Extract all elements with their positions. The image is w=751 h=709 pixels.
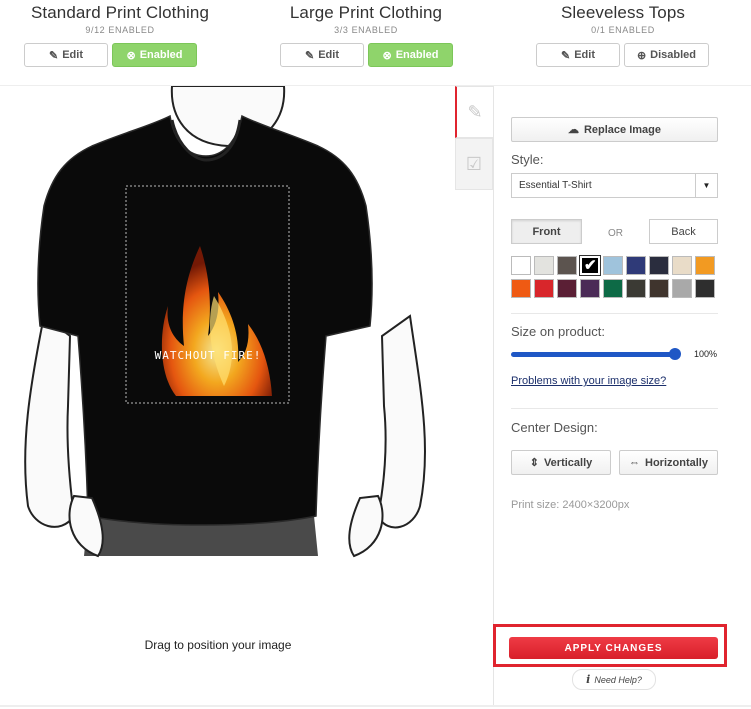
design-settings-panel: ☁ Replace Image Style: Essential T-Shirt… [493, 86, 751, 706]
edit-label: Edit [62, 49, 83, 61]
apply-changes-button[interactable]: APPLY CHANGES [509, 637, 718, 659]
status-label: Disabled [650, 49, 697, 61]
enabled-standard-print-button[interactable]: ⊗ Enabled [112, 43, 197, 67]
product-title: Large Print Clothing [289, 3, 443, 22]
color-swatch[interactable] [672, 256, 692, 275]
print-size: Print size: 2400×3200px [511, 499, 630, 511]
size-percent: 100% [694, 349, 718, 359]
checkmark-icon: ✔ [584, 257, 597, 274]
edit-icon: ✎ [305, 49, 315, 62]
color-swatch[interactable] [580, 279, 600, 298]
chevron-down-icon: ▼ [695, 174, 717, 197]
enabled-large-print-button[interactable]: ⊗ Enabled [368, 43, 453, 67]
style-select-value: Essential T-Shirt [519, 180, 592, 191]
tab-edit[interactable]: ✎ [455, 86, 493, 138]
status-label: Enabled [395, 49, 439, 61]
center-vertically-button[interactable]: ⇕ Vertically [511, 450, 611, 475]
color-swatch[interactable] [649, 256, 669, 275]
edit-sleeveless-button[interactable]: ✎ Edit [536, 43, 620, 67]
edit-icon: ✎ [561, 49, 571, 62]
divider [0, 705, 751, 707]
front-button[interactable]: Front [511, 219, 582, 244]
color-swatch[interactable] [603, 256, 623, 275]
apply-highlight: APPLY CHANGES [493, 624, 727, 667]
divider [511, 313, 718, 314]
need-help-button[interactable]: i Need Help? [572, 669, 656, 690]
product-enabled-count: 0/1 ENABLED [591, 25, 655, 35]
vertical-align-icon: ⇕ [529, 457, 539, 469]
circle-x-icon: ⊗ [126, 49, 136, 62]
problems-image-size-link[interactable]: Problems with your image size? [511, 375, 666, 387]
circle-x-icon: ⊗ [382, 49, 392, 62]
info-icon: i [586, 673, 591, 686]
or-label: OR [608, 228, 623, 239]
replace-image-button[interactable]: ☁ Replace Image [511, 117, 718, 142]
horizontal-align-icon: ⇔ [629, 456, 641, 469]
edit-label: Edit [574, 49, 595, 61]
edit-icon: ✎ [49, 49, 59, 62]
color-swatch[interactable]: ✔ [579, 255, 601, 276]
color-swatch[interactable] [695, 256, 715, 275]
color-swatch[interactable] [626, 256, 646, 275]
edit-label: Edit [318, 49, 339, 61]
color-swatch[interactable] [626, 279, 646, 298]
product-large-print: Large Print Clothing 3/3 ENABLED [246, 0, 486, 35]
style-select[interactable]: Essential T-Shirt ▼ [511, 173, 718, 198]
product-sleeveless-tops: Sleeveless Tops 0/1 ENABLED [503, 0, 743, 35]
status-label: Enabled [139, 49, 183, 61]
size-label: Size on product: [511, 324, 605, 339]
product-title: Standard Print Clothing [30, 3, 210, 22]
product-enabled-count: 9/12 ENABLED [85, 25, 155, 35]
color-swatch[interactable] [603, 279, 623, 298]
color-swatch[interactable] [557, 279, 577, 298]
pencil-icon: ✎ [467, 101, 483, 122]
divider [511, 408, 718, 409]
color-swatch[interactable] [695, 279, 715, 298]
product-type-row: Standard Print Clothing 9/12 ENABLED ✎ E… [0, 0, 751, 86]
color-swatch[interactable] [649, 279, 669, 298]
product-enabled-count: 3/3 ENABLED [334, 25, 398, 35]
color-swatch[interactable] [557, 256, 577, 275]
product-preview: WATCHOUT FIRE! Drag to position your ima… [0, 85, 455, 706]
color-swatch[interactable] [672, 279, 692, 298]
center-design-label: Center Design: [511, 420, 598, 435]
center-horizontally-button[interactable]: ⇔ Horizontally [619, 450, 718, 475]
disabled-sleeveless-button[interactable]: ⊕ Disabled [624, 43, 709, 67]
edit-standard-print-button[interactable]: ✎ Edit [24, 43, 108, 67]
style-label: Style: [511, 152, 544, 167]
circle-plus-icon: ⊕ [636, 49, 647, 62]
product-standard-print: Standard Print Clothing 9/12 ENABLED [0, 0, 240, 35]
color-swatch[interactable] [534, 256, 554, 275]
design-text: WATCHOUT FIRE! [155, 349, 262, 362]
cloud-upload-icon: ☁ [567, 124, 579, 136]
tab-checklist[interactable]: ☑ [455, 138, 493, 190]
need-help-label: Need Help? [594, 674, 642, 685]
size-slider-track[interactable] [511, 352, 676, 357]
drag-hint: Drag to position your image [144, 638, 292, 652]
edit-large-print-button[interactable]: ✎ Edit [280, 43, 364, 67]
back-button[interactable]: Back [649, 219, 718, 244]
color-swatch[interactable] [511, 279, 531, 298]
product-title: Sleeveless Tops [560, 3, 686, 22]
size-slider-handle[interactable] [669, 348, 681, 360]
horizontally-label: Horizontally [645, 456, 708, 469]
vertically-label: Vertically [543, 456, 593, 469]
tshirt-mockup: WATCHOUT FIRE! [24, 85, 427, 558]
replace-image-label: Replace Image [583, 123, 662, 136]
checkbox-info-icon: ☑ [465, 153, 483, 174]
color-swatch[interactable] [511, 256, 531, 275]
color-swatch[interactable] [534, 279, 554, 298]
